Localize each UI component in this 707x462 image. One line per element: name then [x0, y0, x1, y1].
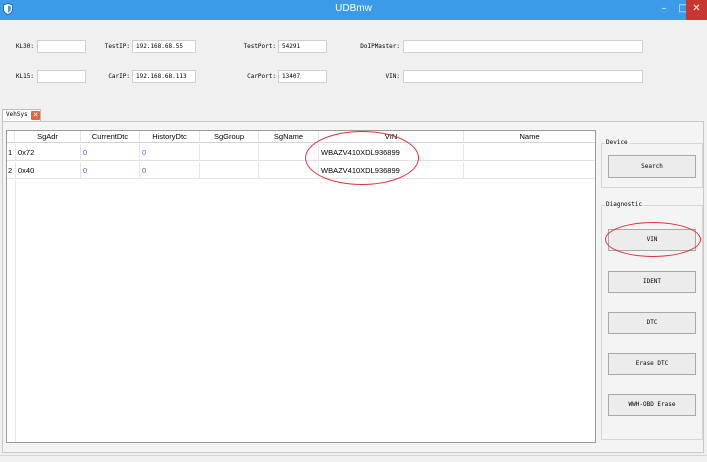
header-rownum	[7, 131, 15, 143]
status-bar	[0, 455, 707, 462]
carip-label: CarIP:	[108, 73, 130, 80]
tab-vehsys-label: VehSys	[6, 111, 28, 118]
row-header-divider	[15, 180, 16, 442]
cell-historydtc: 0	[140, 162, 200, 179]
vin-annotation-oval	[305, 131, 419, 185]
testport-input[interactable]: 54291	[278, 40, 327, 53]
kl15-input[interactable]	[37, 70, 86, 83]
header-sggroup[interactable]: SgGroup	[200, 131, 259, 143]
testip-input[interactable]: 192.168.68.55	[132, 40, 196, 53]
row-index: 2	[7, 162, 16, 179]
vin-label: VIN:	[385, 73, 400, 80]
cell-name	[464, 162, 595, 179]
header-historydtc[interactable]: HistoryDtc	[140, 131, 200, 143]
ecu-grid[interactable]: SgAdr CurrentDtc HistoryDtc SgGroup SgNa…	[6, 130, 596, 443]
tab-vehsys[interactable]: VehSys ✕	[2, 109, 41, 121]
vin-button-annotation-oval	[605, 222, 701, 257]
erase-dtc-button[interactable]: Erase DTC	[608, 353, 696, 375]
cell-currentdtc: 0	[81, 144, 140, 161]
header-currentdtc[interactable]: CurrentDtc	[81, 131, 140, 143]
window-title: UDBmw	[335, 3, 372, 14]
dtc-button[interactable]: DTC	[608, 312, 696, 334]
wwh-obd-erase-button[interactable]: WWH-OBD Erase	[608, 394, 696, 416]
close-button[interactable]: ✕	[686, 0, 707, 20]
header-name[interactable]: Name	[464, 131, 595, 143]
vin-input[interactable]	[403, 70, 643, 83]
title-bar: UDBmw – □ ✕	[0, 0, 707, 20]
kl30-input[interactable]	[37, 40, 86, 53]
search-button[interactable]: Search	[608, 155, 696, 178]
header-sgname[interactable]: SgName	[259, 131, 319, 143]
carport-input[interactable]: 13407	[278, 70, 327, 83]
cell-sgadr: 0x40	[16, 162, 81, 179]
tab-close-icon[interactable]: ✕	[31, 111, 40, 120]
device-group-title: Device	[605, 139, 629, 146]
cell-historydtc: 0	[140, 144, 200, 161]
cell-currentdtc: 0	[81, 162, 140, 179]
testport-label: TestPort:	[243, 43, 276, 50]
carip-input[interactable]: 192.168.68.113	[132, 70, 196, 83]
cell-sgadr: 0x72	[16, 144, 81, 161]
row-index: 1	[7, 144, 16, 161]
cell-name	[464, 144, 595, 161]
table-row[interactable]: 2 0x40 0 0 WBAZV410XDL936899	[7, 162, 595, 179]
header-sgadr[interactable]: SgAdr	[15, 131, 81, 143]
carport-label: CarPort:	[247, 73, 276, 80]
testip-label: TestIP:	[104, 43, 130, 50]
grid-header: SgAdr CurrentDtc HistoryDtc SgGroup SgNa…	[7, 131, 595, 143]
kl30-label: KL30:	[15, 43, 34, 50]
doip-master-input[interactable]	[403, 40, 643, 53]
table-row[interactable]: 1 0x72 0 0 WBAZV410XDL936899	[7, 144, 595, 161]
doip-master-label: DoIPMaster:	[360, 43, 400, 50]
kl15-label: KL15:	[15, 73, 34, 80]
cell-sggroup	[200, 162, 259, 179]
cell-sggroup	[200, 144, 259, 161]
diagnostic-group-title: Diagnostic	[605, 201, 644, 208]
ident-button[interactable]: IDENT	[608, 271, 696, 293]
